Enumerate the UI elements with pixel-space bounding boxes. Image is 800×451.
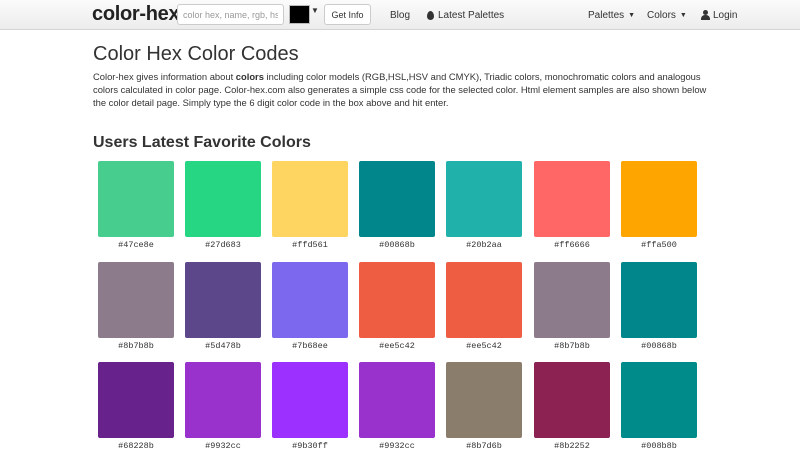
intro-text-start: Color-hex gives information about [93, 71, 236, 82]
color-tile[interactable]: #8b2252 [534, 362, 610, 451]
tint-drop-icon [427, 10, 434, 20]
nav-link-latest-palettes[interactable]: Latest Palettes [427, 0, 504, 30]
chevron-down-icon[interactable]: ▼ [311, 5, 319, 17]
color-code-label[interactable]: #20b2aa [446, 240, 522, 250]
color-code-label[interactable]: #9b30ff [272, 441, 348, 451]
color-tile[interactable]: #9932cc [359, 362, 435, 451]
color-swatch[interactable] [534, 161, 610, 237]
color-tile[interactable]: #27d683 [185, 161, 261, 250]
caret-down-icon: ▼ [628, 11, 636, 19]
nav-latest-palettes-label: Latest Palettes [438, 9, 505, 21]
color-tile[interactable]: #008b8b [621, 362, 697, 451]
color-tile[interactable]: #ee5c42 [359, 262, 435, 351]
color-swatch[interactable] [621, 161, 697, 237]
nav-colors-label: Colors [647, 9, 676, 21]
intro-paragraph: Color-hex gives information about colors… [93, 70, 715, 110]
color-tile[interactable]: #8b7d6b [446, 362, 522, 451]
color-tile[interactable]: #20b2aa [446, 161, 522, 250]
color-code-label[interactable]: #008b8b [621, 441, 697, 451]
color-swatch[interactable] [446, 362, 522, 438]
color-tile[interactable]: #00868b [621, 262, 697, 351]
color-swatch[interactable] [534, 262, 610, 338]
search-input[interactable] [177, 4, 284, 25]
color-tile[interactable]: #ff6666 [534, 161, 610, 250]
color-swatch[interactable] [359, 262, 435, 338]
color-swatch[interactable] [185, 161, 261, 237]
color-swatch[interactable] [185, 362, 261, 438]
color-swatch[interactable] [359, 161, 435, 237]
color-tile[interactable]: #9932cc [185, 362, 261, 451]
color-swatch[interactable] [446, 161, 522, 237]
color-swatch[interactable] [621, 262, 697, 338]
color-swatch[interactable] [359, 362, 435, 438]
color-swatch[interactable] [98, 161, 174, 237]
caret-down-icon: ▼ [679, 11, 687, 19]
color-swatch[interactable] [98, 262, 174, 338]
nav-link-login[interactable]: Login [700, 0, 737, 30]
color-code-label[interactable]: #5d478b [185, 341, 261, 351]
color-swatch[interactable] [98, 362, 174, 438]
color-swatch[interactable] [534, 362, 610, 438]
color-swatch[interactable] [621, 362, 697, 438]
get-info-button[interactable]: Get Info [324, 4, 371, 25]
color-code-label[interactable]: #00868b [621, 341, 697, 351]
nav-login-label: Login [713, 9, 738, 21]
intro-bold-colors: colors [235, 71, 264, 82]
color-tile[interactable]: #ffa500 [621, 161, 697, 250]
nav-blog-label: Blog [390, 9, 411, 21]
color-tile[interactable]: #00868b [359, 161, 435, 250]
nav-link-blog[interactable]: Blog [390, 0, 410, 30]
color-tile[interactable]: #5d478b [185, 262, 261, 351]
color-tile[interactable]: #8b7b8b [98, 262, 174, 351]
color-code-label[interactable]: #8b7d6b [446, 441, 522, 451]
color-tile[interactable]: #7b68ee [272, 262, 348, 351]
color-code-label[interactable]: #ff6666 [534, 240, 610, 250]
color-code-label[interactable]: #7b68ee [272, 341, 348, 351]
color-code-label[interactable]: #ffd561 [272, 240, 348, 250]
color-tile[interactable]: #ffd561 [272, 161, 348, 250]
color-swatch[interactable] [446, 262, 522, 338]
color-code-label[interactable]: #47ce8e [98, 240, 174, 250]
page-title: Color Hex Color Codes [93, 43, 299, 65]
color-tile[interactable]: #ee5c42 [446, 262, 522, 351]
color-tile[interactable]: #9b30ff [272, 362, 348, 451]
color-code-label[interactable]: #00868b [359, 240, 435, 250]
color-tile[interactable]: #47ce8e [98, 161, 174, 250]
color-code-label[interactable]: #ee5c42 [359, 341, 435, 351]
color-code-label[interactable]: #27d683 [185, 240, 261, 250]
color-code-label[interactable]: #8b7b8b [534, 341, 610, 351]
color-swatch[interactable] [272, 262, 348, 338]
color-code-label[interactable]: #68228b [98, 441, 174, 451]
user-icon [700, 10, 710, 20]
color-code-label[interactable]: #ee5c42 [446, 341, 522, 351]
color-code-label[interactable]: #9932cc [185, 441, 261, 451]
nav-palettes-label: Palettes [588, 9, 625, 21]
color-tile[interactable]: #68228b [98, 362, 174, 451]
color-code-label[interactable]: #8b2252 [534, 441, 610, 451]
color-code-label[interactable]: #ffa500 [621, 240, 697, 250]
section-title: Users Latest Favorite Colors [93, 134, 311, 151]
navbar: color-hex ▼ Get Info Blog Latest Palette… [0, 0, 800, 30]
color-swatch[interactable] [185, 262, 261, 338]
color-tile[interactable]: #8b7b8b [534, 262, 610, 351]
color-code-label[interactable]: #8b7b8b [98, 341, 174, 351]
brand-logo[interactable]: color-hex [92, 3, 180, 26]
color-code-label[interactable]: #9932cc [359, 441, 435, 451]
color-swatch[interactable] [272, 161, 348, 237]
nav-dropdown-colors[interactable]: Colors ▼ [647, 0, 687, 30]
color-picker-swatch[interactable] [289, 5, 310, 24]
color-swatch[interactable] [272, 362, 348, 438]
nav-dropdown-palettes[interactable]: Palettes ▼ [588, 0, 635, 30]
